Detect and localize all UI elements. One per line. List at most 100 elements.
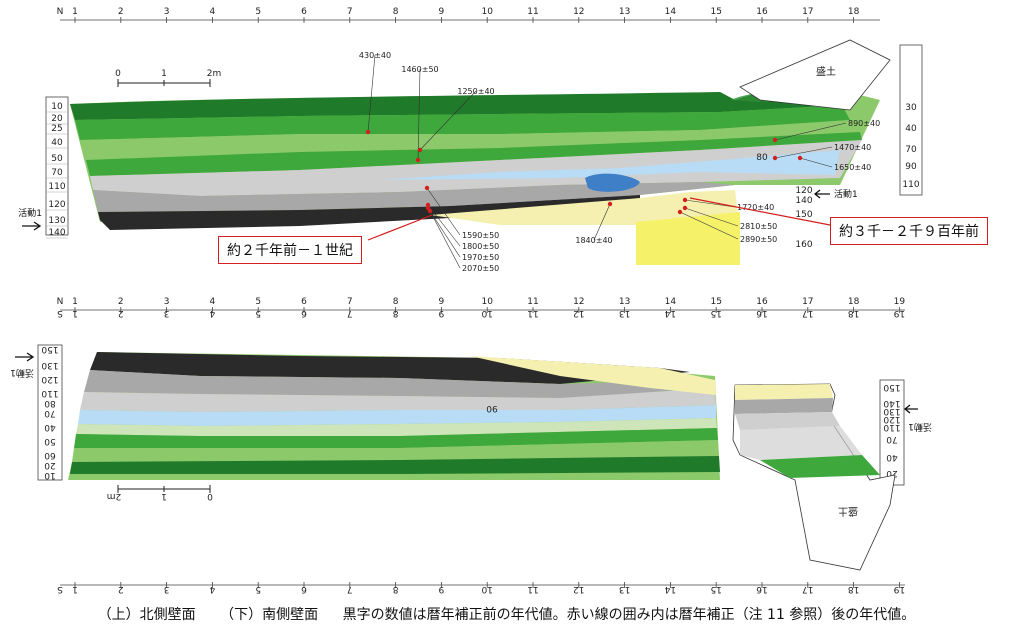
svg-text:1: 1 [161,69,167,79]
north-date-sample-dot [797,155,803,161]
south-grid-tick-label: 18 [848,297,860,307]
south-left-depth-label: 120 [41,374,58,384]
south-grid-tick-label-rotated: 4 [209,308,215,318]
north-date-label: 1470±40 [834,143,871,152]
north-right-depth-label: 30 [905,103,917,113]
south-right-depth-scale: 150140130120110704020 [879,379,905,486]
north-grid-tick-label: 4 [210,7,216,17]
south-bottom-grid-tick-label: 5 [255,584,261,594]
north-date-sample-dot [415,157,421,163]
south-left-depth-label: 20 [44,460,56,470]
north-grid-tick-label: 1 [72,7,78,17]
north-left-depth-label: 20 [51,114,63,124]
north-grid-tick-label: 5 [255,7,261,17]
north-grid-header: N 1 2 3 4 5 6 7 8 9 10 11 12 13 14 15 16 17 18 [57,7,880,23]
north-grid-tick-label: 3 [164,7,170,17]
south-grid-tick-label: 7 [347,297,353,307]
south-right-depth-label: 70 [886,434,898,444]
south-left-depth-label: 10 [44,470,56,480]
north-left-depth-scale: 10 2025 40 50 70 110 120 130 140 [45,96,69,239]
south-grid-tick-label-rotated: 8 [392,308,398,318]
south-left-depth-label: 70 [44,408,56,418]
south-grid-tick-label: 14 [665,297,677,307]
south-grid-tick-label: 9 [439,297,445,307]
south-bottom-grid-tick-label: 3 [164,584,170,594]
south-strata-main [68,352,720,480]
south-grid-tick-label: 8 [393,297,399,307]
south-event-left: 活動1 [10,352,35,379]
south-grid-tick-label-rotated: 6 [301,308,307,318]
south-grid-tick-label: 17 [802,297,813,307]
south-bottom-grid-tick-label: 19 [893,584,905,594]
north-date-sample-dot [682,197,688,203]
south-bottom-grid-tick-label: 13 [619,584,630,594]
south-grid-tick-label-rotated: 11 [527,308,538,318]
south-grid-tick-label: 16 [756,297,768,307]
north-date-sample-dot [772,137,778,143]
north-wall: N 1 2 3 4 5 6 7 8 9 10 11 12 13 14 15 16 17 18 1020254050… [18,7,923,273]
south-left-depth-label: 150 [41,344,58,354]
south-bottom-grid-tick-label: 16 [756,584,768,594]
south-bottom-grid-tick-label: 1 [72,584,78,594]
north-date-leader [429,210,461,269]
north-grid-tick-label: 15 [710,7,721,17]
trench-wall-figure: N 1 2 3 4 5 6 7 8 9 10 11 12 13 14 15 16 17 18 1020254050… [10,7,932,594]
south-left-depth-label: 60 [44,450,56,460]
north-date-label: 1840±40 [575,236,612,245]
north-grid-tick-label: 8 [393,7,399,17]
svg-text:0: 0 [207,491,213,501]
south-s-label: S [57,308,63,318]
north-date-sample-dot [682,205,688,211]
north-date-label: 890±40 [848,119,880,128]
south-grid-tick-label: 5 [255,297,261,307]
caption-lower: （下）南側壁面 [220,607,319,623]
svg-text:活動1: 活動1 [18,207,42,219]
south-right-depth-label: 40 [886,452,898,462]
callout-left: 約２千年前－１世紀 [218,236,362,264]
south-grid-tick-label: 2 [118,297,124,307]
south-grid-tick-label-rotated: 19 [893,308,905,318]
south-bottom-grid-tick-label: 7 [347,584,353,594]
north-right-depth-label: 110 [902,180,919,190]
north-left-depth-label: 40 [51,138,63,148]
north-grid-tick-label: 10 [481,7,493,17]
south-grid-tick-label-rotated: 5 [255,308,261,318]
south-grid-tick-label-rotated: 2 [118,308,124,318]
svg-text:活動1: 活動1 [834,188,858,200]
north-date-sample-dot [424,185,430,191]
north-date-sample-dot [365,129,371,135]
north-date-sample-dot [427,208,433,214]
north-right-lower-depth-label: 160 [795,240,812,250]
north-grid-tick-label: 13 [619,7,630,17]
north-grid-tick-label: 2 [118,7,124,17]
south-bottom-grid-tick-label: 17 [802,584,813,594]
north-grid-tick-label: 14 [665,7,677,17]
north-right-lower-depth-label: 120 [795,186,812,196]
south-left-depth-scale: 150 130 120 1108070 40 50 602010 [37,344,63,481]
north-date-label: 1250±40 [457,87,494,96]
south-grid-tick-label: 3 [164,297,170,307]
south-bottom-grid-tick-label: 4 [209,584,215,594]
north-date-label: 2890±50 [740,235,777,244]
south-bottom-grid-tick-label: 14 [664,584,676,594]
south-grid-tick-label: 19 [894,297,906,307]
south-grid-tick-label-rotated: 14 [664,308,676,318]
north-date-label: 2070±50 [462,264,499,273]
north-right-lower-depth-label: 140 [795,196,812,206]
svg-text:2m: 2m [207,69,222,79]
south-left-depth-label: 80 [44,398,56,408]
south-bottom-grid-tick-label: 12 [573,584,584,594]
south-wall: 1122334455667788991010111112121313141415… [10,297,932,594]
north-left-depth-label: 120 [48,200,65,210]
south-n-label: N [57,297,64,307]
north-date-label: 1800±50 [462,242,499,251]
south-grid-tick-label-rotated: 3 [164,308,170,318]
north-date-sample-dot [677,209,683,215]
south-bottom-grid-tick-label: 11 [527,584,538,594]
north-left-depth-label: 50 [51,154,63,164]
north-left-depth-label: 25 [51,124,62,134]
south-scale-bar: 2m 1 0 [107,485,213,501]
north-right-depth-label: 40 [905,124,917,134]
svg-text:0: 0 [115,69,121,79]
north-grid-tick-label: 11 [527,7,538,17]
